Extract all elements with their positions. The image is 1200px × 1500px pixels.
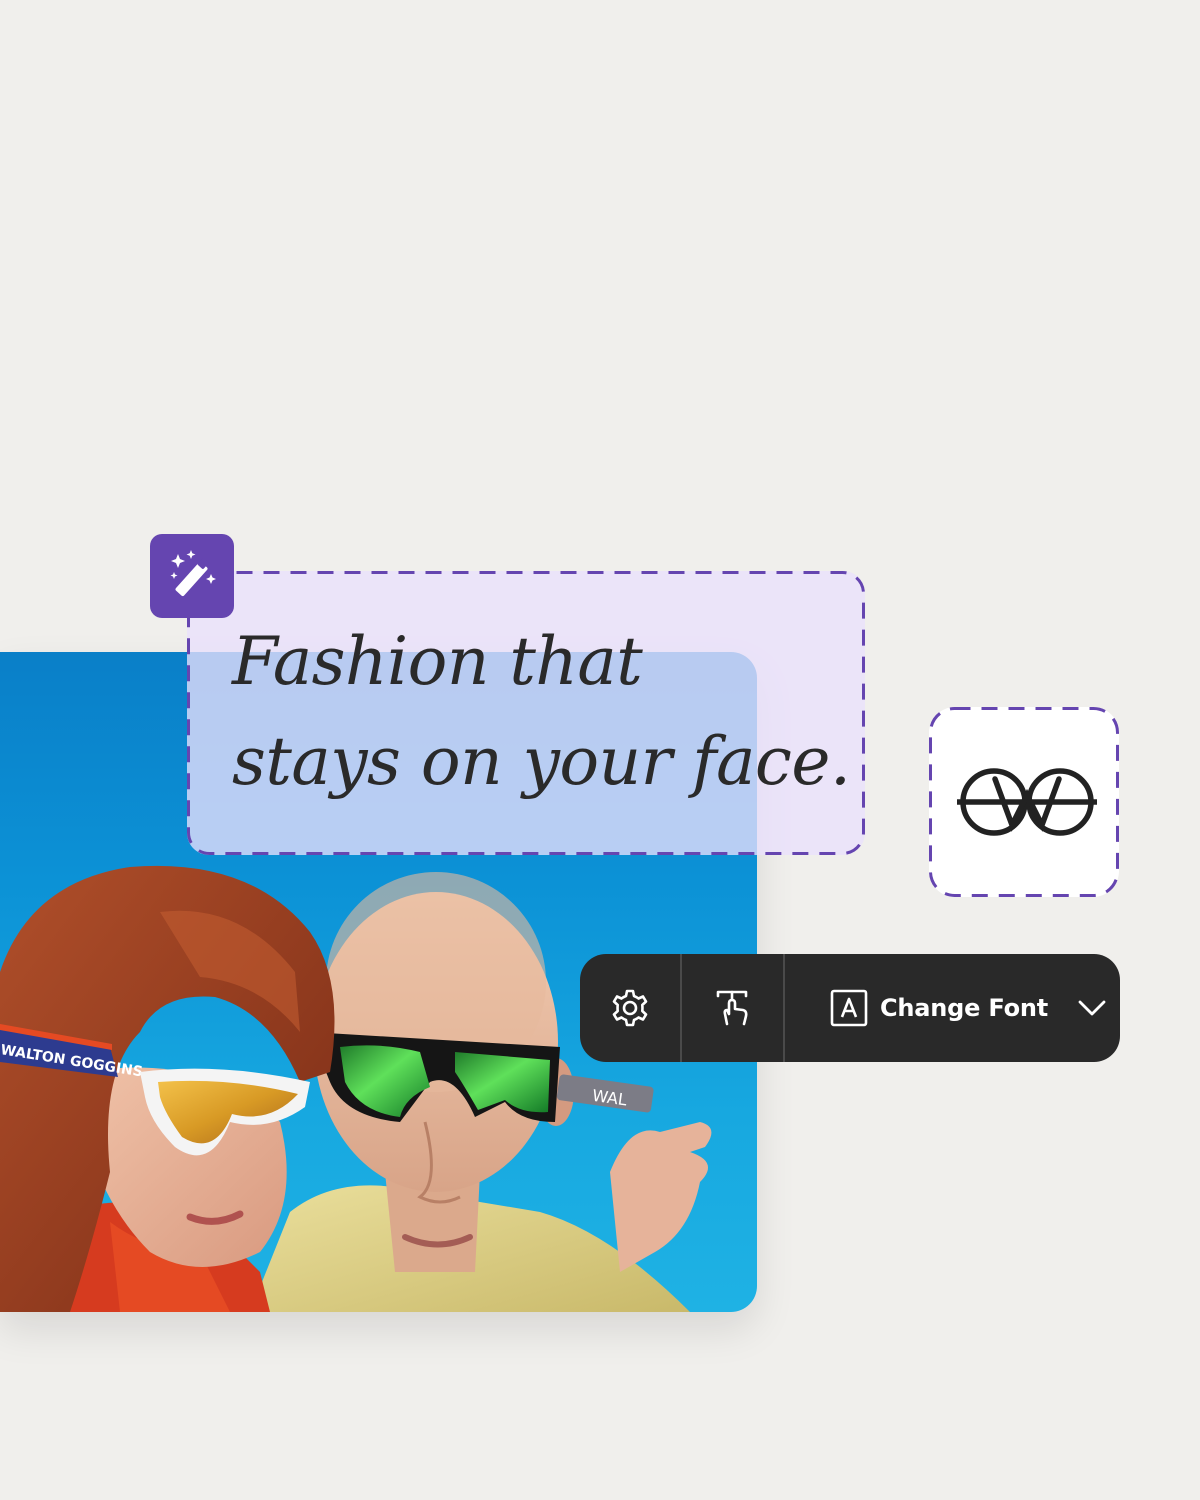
logo-box[interactable] <box>929 707 1119 897</box>
editor-toolbar: Change Font <box>580 954 1120 1062</box>
text-hand-icon <box>716 990 747 1026</box>
chevron-down-icon <box>1078 999 1106 1017</box>
strap-text: WAL <box>591 1086 628 1110</box>
magic-wand-icon <box>170 550 216 596</box>
headline-line-2: stays on your face. <box>232 723 851 800</box>
glasses-logo-icon <box>957 768 1097 836</box>
headline-line-1: Fashion that <box>232 623 643 700</box>
text-tool-button[interactable] <box>682 954 783 1062</box>
change-font-button[interactable]: Change Font <box>785 954 1120 1062</box>
change-font-label: Change Font <box>880 994 1049 1022</box>
font-a-box-icon <box>830 989 868 1027</box>
settings-button[interactable] <box>580 954 680 1062</box>
gear-icon <box>612 989 648 1027</box>
headline: Fashion that stays on your face. <box>232 612 851 812</box>
magic-wand-button[interactable] <box>150 534 234 618</box>
